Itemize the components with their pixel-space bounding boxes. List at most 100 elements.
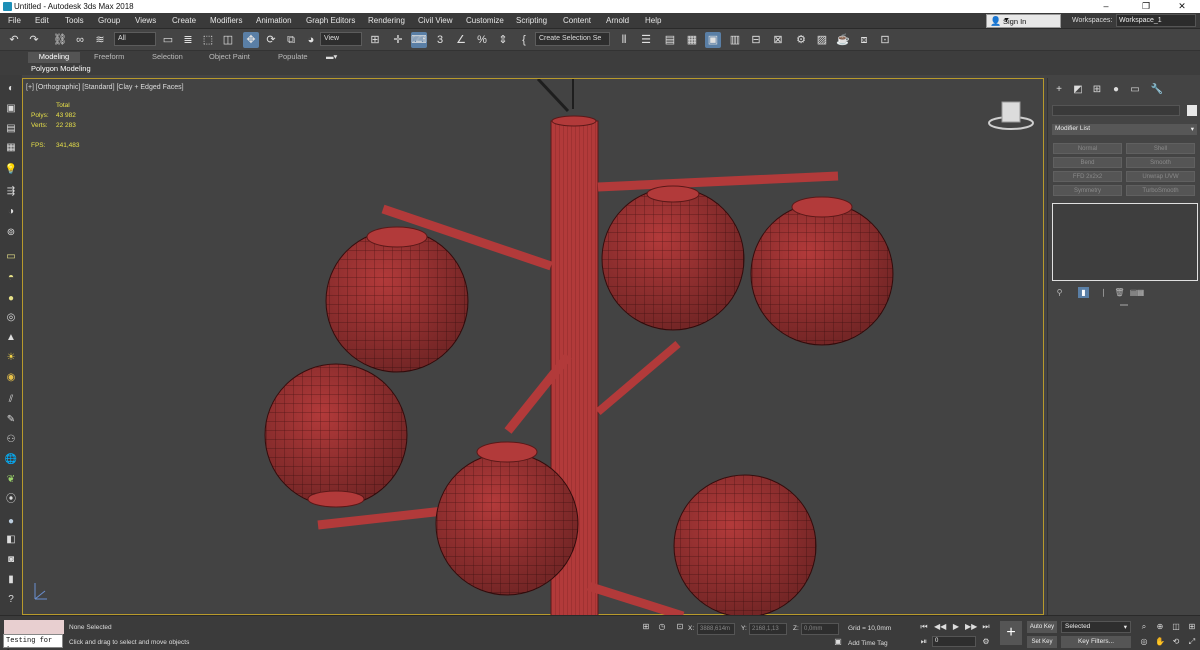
absolute-mode-icon[interactable]: ⊡ xyxy=(674,621,686,633)
z-coordinate-field[interactable]: 0,0mm xyxy=(801,623,839,635)
toggle-ribbon-icon[interactable]: ▣ xyxy=(705,32,721,48)
grid-icon[interactable]: ▦ xyxy=(4,141,18,155)
fov-icon[interactable]: ◎ xyxy=(1138,636,1150,648)
select-place-icon[interactable]: ◕ xyxy=(303,32,319,48)
menu-edit[interactable]: Edit xyxy=(35,16,49,25)
cone-icon[interactable]: ▲ xyxy=(4,331,18,345)
unlink-icon[interactable]: ∞ xyxy=(72,32,88,48)
menu-civil-view[interactable]: Civil View xyxy=(418,16,453,25)
menu-arnold[interactable]: Arnold xyxy=(606,16,629,25)
render-iterative-icon[interactable]: ⧈ xyxy=(856,32,872,48)
render-production-icon[interactable]: ☕ xyxy=(835,32,851,48)
render-icon[interactable]: ◙ xyxy=(4,553,18,567)
object-name-field[interactable] xyxy=(1052,105,1180,116)
tab-object-paint[interactable]: Object Paint xyxy=(209,52,250,63)
remove-modifier-icon[interactable]: 🗑 xyxy=(1114,287,1125,298)
named-sets-icon[interactable]: { xyxy=(516,32,532,48)
viewport-orthographic[interactable]: [+] [Orthographic] [Standard] [Clay + Ed… xyxy=(22,78,1045,616)
pin-stack-icon[interactable]: ⚲ xyxy=(1054,287,1065,298)
toggle-scene-explorer-icon[interactable]: ▦ xyxy=(684,32,700,48)
spinner-snap-icon[interactable]: ⇕ xyxy=(495,32,511,48)
create-tab-icon[interactable]: + xyxy=(1052,83,1066,97)
material-editor-icon[interactable]: ⊠ xyxy=(770,32,786,48)
modifier-unwrap-button[interactable]: Unwrap UVW xyxy=(1126,171,1195,182)
time-config-icon[interactable]: ⚙ xyxy=(980,636,992,648)
material-sphere-icon[interactable]: ● xyxy=(4,515,18,529)
maximize-viewport-icon[interactable]: ⤢ xyxy=(1186,636,1198,648)
menu-customize[interactable]: Customize xyxy=(466,16,504,25)
sphere-icon[interactable]: ● xyxy=(4,292,18,306)
workspace-dropdown[interactable]: Workspace_1 xyxy=(1116,14,1196,27)
percent-snap-icon[interactable]: % xyxy=(474,32,490,48)
add-time-tag-button[interactable]: Add Time Tag xyxy=(848,640,888,647)
show-end-result-icon[interactable]: ▮ xyxy=(1078,287,1089,298)
menu-scripting[interactable]: Scripting xyxy=(516,16,547,25)
render-cloud-icon[interactable]: ⊡ xyxy=(877,32,893,48)
tab-modeling[interactable]: Modeling xyxy=(28,52,80,63)
foliage-icon[interactable]: ❦ xyxy=(4,473,18,487)
pivot-icon[interactable]: ⊞ xyxy=(367,32,383,48)
sign-in-button[interactable]: 👤 Sign In ▼ xyxy=(986,14,1061,28)
object-color-swatch[interactable] xyxy=(1187,105,1197,116)
viewport-label[interactable]: [+] [Orthographic] [Standard] [Clay + Ed… xyxy=(26,84,184,91)
go-to-start-icon[interactable]: ⏮ xyxy=(918,621,930,633)
reference-coordinate-dropdown[interactable]: View xyxy=(320,32,362,46)
rendered-frame-icon[interactable]: ▨ xyxy=(814,32,830,48)
tab-freeform[interactable]: Freeform xyxy=(94,52,124,63)
go-to-end-icon[interactable]: ⏭ xyxy=(980,621,992,633)
helpers-icon[interactable]: ◑ xyxy=(4,205,18,219)
menu-tools[interactable]: Tools xyxy=(65,16,84,25)
angle-snap-icon[interactable]: ∠ xyxy=(453,32,469,48)
key-mode-dropdown[interactable]: Selected ▾ xyxy=(1061,621,1131,633)
modifier-normal-button[interactable]: Normal xyxy=(1053,143,1122,154)
render-setup-icon[interactable]: ⚙ xyxy=(793,32,809,48)
zoom-icon[interactable]: ⌕ xyxy=(1138,621,1150,633)
pan-icon[interactable]: ✋ xyxy=(1154,636,1166,648)
zoom-extents-all-icon[interactable]: ⊞ xyxy=(1186,621,1198,633)
maxscript-mini-listener[interactable]: Testing for : xyxy=(3,634,63,650)
camera-icon[interactable]: ⇶ xyxy=(4,185,18,199)
viewport-canvas[interactable] xyxy=(23,79,1045,616)
modifier-shell-button[interactable]: Shell xyxy=(1126,143,1195,154)
restore-icon[interactable]: ❐ xyxy=(1126,0,1166,13)
y-coordinate-field[interactable]: 2168,1,13 xyxy=(749,623,787,635)
display-tab-icon[interactable]: ▭ xyxy=(1128,83,1142,97)
utilities-tab-icon[interactable]: 🔧 xyxy=(1150,83,1164,97)
crosshair-icon[interactable]: ✛ xyxy=(390,32,406,48)
menu-views[interactable]: Views xyxy=(135,16,156,25)
modifier-turbosmooth-button[interactable]: TurboSmooth xyxy=(1126,185,1195,196)
dynamics-icon[interactable]: ✎ xyxy=(4,413,18,427)
motion-tab-icon[interactable]: ● xyxy=(1109,83,1123,97)
bind-space-warp-icon[interactable]: ≋ xyxy=(92,32,108,48)
menu-create[interactable]: Create xyxy=(172,16,196,25)
previous-frame-icon[interactable]: ◀◀ xyxy=(934,621,946,633)
key-filters-button[interactable]: Key Filters... xyxy=(1061,636,1131,648)
menu-graph-editors[interactable]: Graph Editors xyxy=(306,16,355,25)
isolate-icon[interactable]: ◷ xyxy=(656,621,668,633)
modifier-symmetry-button[interactable]: Symmetry xyxy=(1053,185,1122,196)
light-icon[interactable]: 💡 xyxy=(4,163,18,177)
geometry-icon[interactable]: ▣ xyxy=(4,102,18,116)
menu-rendering[interactable]: Rendering xyxy=(368,16,405,25)
target-icon[interactable]: ◉ xyxy=(4,371,18,385)
hierarchy-tab-icon[interactable]: ⊞ xyxy=(1090,83,1104,97)
select-move-icon[interactable]: ✥ xyxy=(243,32,259,48)
panel-resize-handle[interactable] xyxy=(1120,304,1128,306)
help-icon[interactable]: ? xyxy=(4,593,18,607)
ribbon-options-icon[interactable]: ▬▾ xyxy=(326,52,337,63)
layer-explorer-icon[interactable]: ▤ xyxy=(662,32,678,48)
auto-key-button[interactable]: Auto Key xyxy=(1027,621,1057,633)
polygon-modeling-panel[interactable]: Polygon Modeling xyxy=(31,64,91,73)
select-by-name-icon[interactable]: ≣ xyxy=(180,32,196,48)
modifier-stack[interactable] xyxy=(1052,203,1198,281)
selection-filter-dropdown[interactable]: All xyxy=(114,32,156,46)
link-icon[interactable]: ⛓ xyxy=(52,32,68,48)
set-keys-button[interactable]: + xyxy=(1000,621,1022,645)
texture-icon[interactable]: ◧ xyxy=(4,533,18,547)
keyboard-shortcut-icon[interactable]: ⌨ xyxy=(411,32,427,48)
next-frame-icon[interactable]: ▶▶ xyxy=(965,621,977,633)
zoom-all-icon[interactable]: ⊕ xyxy=(1154,621,1166,633)
x-coordinate-field[interactable]: 3888,614m xyxy=(697,623,735,635)
modifier-list-dropdown[interactable]: Modifier List ▾ xyxy=(1052,124,1197,135)
sun-icon[interactable]: ☀ xyxy=(4,351,18,365)
